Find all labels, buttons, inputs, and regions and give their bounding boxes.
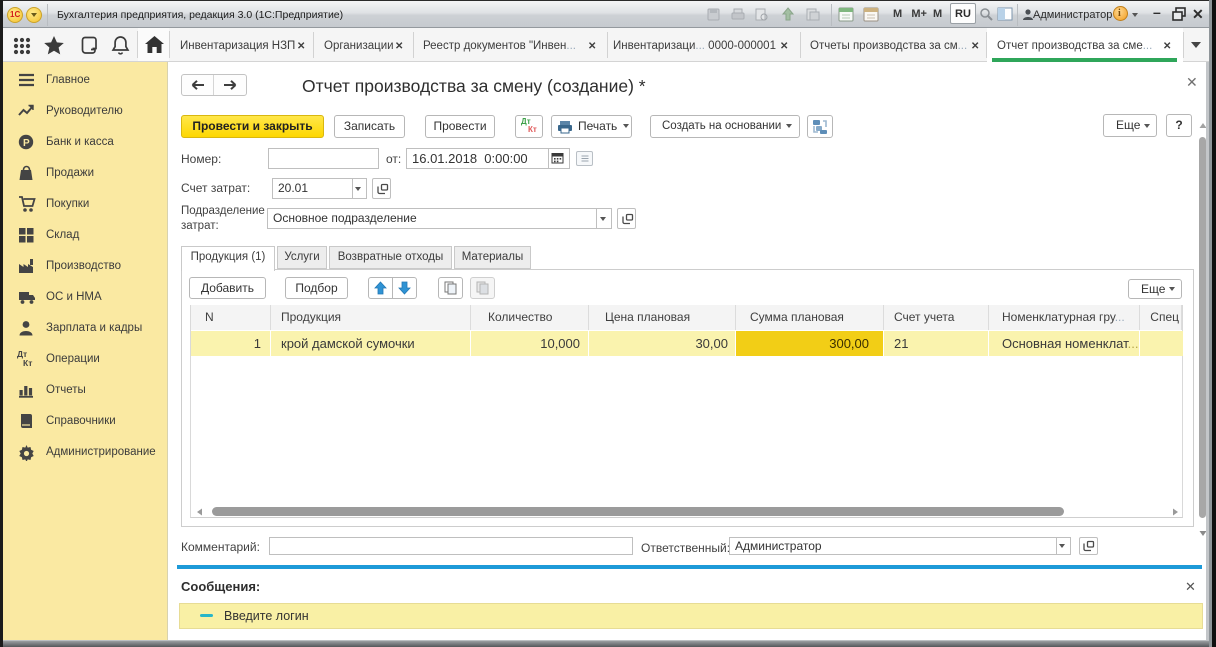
- svg-text:P: P: [23, 138, 30, 149]
